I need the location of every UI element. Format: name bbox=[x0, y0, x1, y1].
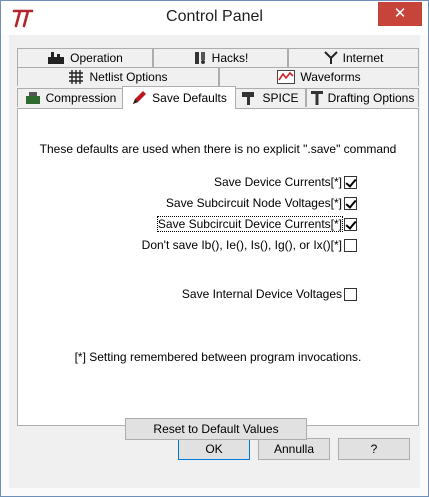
tab-label: Hacks! bbox=[211, 51, 249, 65]
save-internal-device-voltages-checkbox[interactable] bbox=[344, 288, 357, 301]
save-subcircuit-node-voltages-label[interactable]: Save Subcircuit Node Voltages[*] bbox=[166, 196, 342, 210]
save-internal-device-voltages-label[interactable]: Save Internal Device Voltages bbox=[182, 287, 342, 301]
save-device-currents-checkbox[interactable] bbox=[344, 176, 357, 189]
tab-operation[interactable]: Operation bbox=[17, 48, 153, 67]
save-subcircuit-node-voltages-checkbox[interactable] bbox=[344, 197, 357, 210]
tab-drafting-options[interactable]: Drafting Options bbox=[306, 88, 419, 107]
tab-hacks[interactable]: Hacks! bbox=[153, 48, 288, 67]
close-button[interactable]: ✕ bbox=[378, 2, 422, 26]
pencil-icon bbox=[133, 91, 147, 104]
reset-to-defaults-button[interactable]: Reset to Default Values bbox=[125, 418, 307, 440]
help-button[interactable]: ? bbox=[338, 438, 410, 460]
tab-internet[interactable]: Internet bbox=[288, 48, 419, 67]
tab-label: Save Defaults bbox=[152, 91, 227, 105]
tab-save-defaults[interactable]: Save Defaults bbox=[122, 86, 236, 109]
tab-label: Waveforms bbox=[300, 70, 361, 84]
hacks-icon bbox=[194, 52, 205, 64]
ok-button[interactable]: OK bbox=[178, 438, 250, 460]
tab-waveforms[interactable]: Waveforms bbox=[219, 67, 419, 86]
title-bar[interactable]: Control Panel ✕ bbox=[1, 1, 428, 35]
tab-label: Drafting Options bbox=[327, 91, 415, 105]
spice-hammer-icon bbox=[242, 92, 255, 105]
tab-label: Operation bbox=[70, 51, 123, 65]
window-title: Control Panel bbox=[166, 8, 263, 25]
compression-vise-icon bbox=[25, 92, 40, 104]
dont-save-currents-label[interactable]: Don't save Ib(), Ie(), Is(), Ig(), or Ix… bbox=[142, 238, 342, 252]
control-panel-window: Control Panel ✕ Operation Hacks! Interne… bbox=[0, 0, 429, 497]
cancel-button[interactable]: Annulla bbox=[258, 438, 330, 460]
intro-text: These defaults are used when there is no… bbox=[39, 142, 397, 156]
tab-label: Compression bbox=[45, 91, 117, 105]
tab-netlist-options[interactable]: Netlist Options bbox=[17, 67, 219, 86]
tab-spice[interactable]: SPICE bbox=[234, 88, 306, 107]
tab-label: SPICE bbox=[262, 91, 299, 105]
tab-label: Netlist Options bbox=[89, 70, 168, 84]
drafting-t-square-icon bbox=[310, 91, 323, 105]
internet-antenna-icon bbox=[323, 51, 338, 64]
waveform-icon bbox=[277, 70, 296, 84]
save-subcircuit-device-currents-label[interactable]: Save Subcircuit Device Currents[*] bbox=[156, 216, 344, 232]
save-defaults-panel: These defaults are used when there is no… bbox=[17, 108, 419, 440]
dont-save-currents-checkbox[interactable] bbox=[344, 239, 357, 252]
operation-icon bbox=[48, 52, 65, 64]
netlist-grid-icon bbox=[69, 70, 84, 84]
save-device-currents-label[interactable]: Save Device Currents[*] bbox=[214, 175, 342, 189]
tab-label: Internet bbox=[342, 51, 384, 65]
tab-compression[interactable]: Compression bbox=[17, 88, 124, 107]
save-subcircuit-device-currents-checkbox[interactable] bbox=[344, 218, 357, 231]
footnote-text: [*] Setting remembered between program i… bbox=[74, 350, 362, 364]
